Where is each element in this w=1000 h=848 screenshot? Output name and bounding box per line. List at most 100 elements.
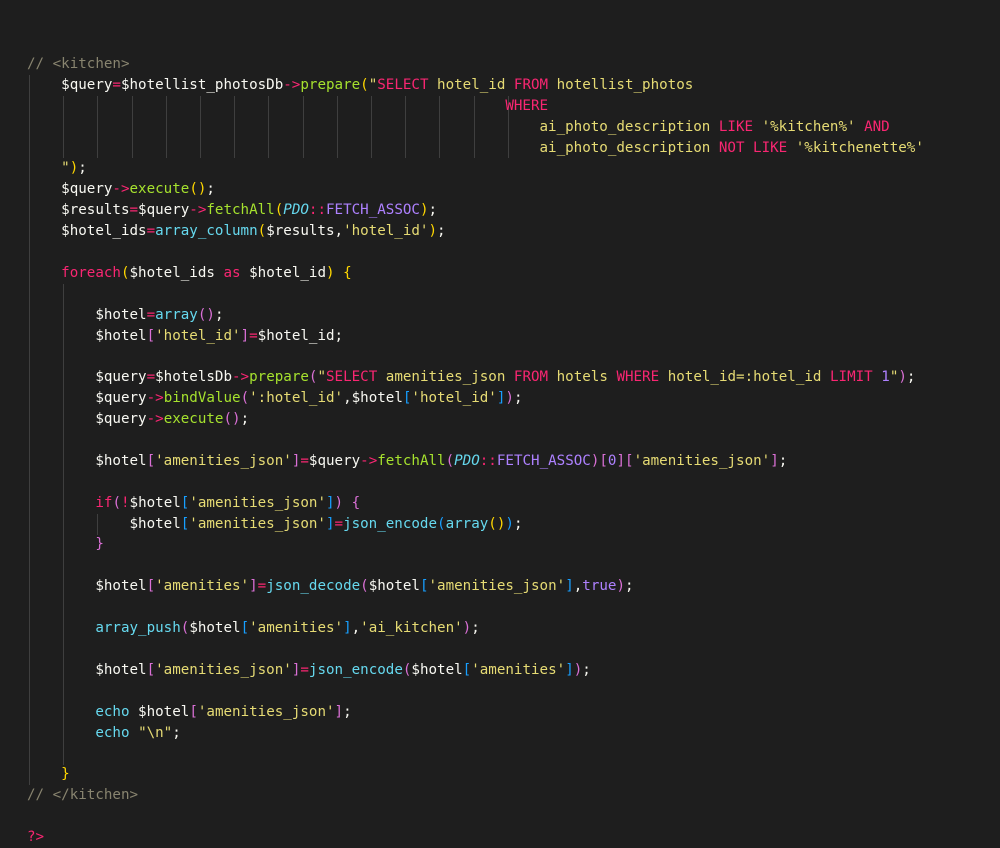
code-token: } <box>95 536 104 553</box>
code-token: $query <box>308 452 361 469</box>
code-token: ) <box>69 160 79 177</box>
code-line[interactable]: // <kitchen> <box>27 54 1000 75</box>
code-token: ( <box>112 494 121 511</box>
code-line[interactable]: $hotel['hotel_id']=$hotel_id; <box>27 326 1000 347</box>
code-line[interactable]: $query=$hotelsDb->prepare("SELECT amenit… <box>27 367 1000 388</box>
code-token: 'amenities_json' <box>189 494 326 511</box>
code-token: PDO <box>283 202 309 219</box>
code-line[interactable]: $hotel['amenities']=json_decode($hotel['… <box>27 576 1000 597</box>
code-line[interactable]: array_push($hotel['amenities'],'ai_kitch… <box>27 618 1000 639</box>
code-line[interactable] <box>27 346 1000 367</box>
code-token: echo <box>95 703 130 720</box>
code-line[interactable] <box>27 430 1000 451</box>
code-token: AND <box>864 118 890 135</box>
code-token: 'amenities_json' <box>428 578 566 595</box>
code-token: $query <box>27 76 113 93</box>
code-token: '%kitchen%' <box>753 118 865 135</box>
code-line[interactable] <box>27 555 1000 576</box>
code-token: 1 <box>881 369 890 386</box>
code-token: ; <box>778 452 788 469</box>
code-token: PDO <box>454 452 480 469</box>
code-token: array_push <box>95 620 181 637</box>
code-token: ) <box>334 494 344 511</box>
code-line[interactable]: $results=$query->fetchAll(PDO::FETCH_ASS… <box>27 200 1000 221</box>
code-line[interactable]: $query=$hotellist_photosDb->prepare("SEL… <box>27 75 1000 96</box>
code-token: ; <box>343 703 352 720</box>
code-line[interactable]: ai_photo_description NOT LIKE '%kitchene… <box>27 138 1000 159</box>
code-token: $hotel_id; <box>257 327 344 344</box>
code-token: ) <box>573 661 583 678</box>
code-line[interactable] <box>27 743 1000 764</box>
code-token: } <box>61 766 70 783</box>
code-token: ) <box>898 369 907 386</box>
code-token: hotellist_photos <box>548 76 694 93</box>
code-line[interactable]: echo "\n"; <box>27 723 1000 744</box>
code-token: ; <box>582 661 591 678</box>
code-token: ][ <box>616 452 634 469</box>
code-token: ! <box>120 494 130 511</box>
code-token: -> <box>189 202 207 219</box>
code-line[interactable] <box>27 681 1000 702</box>
code-line[interactable]: "); <box>27 158 1000 179</box>
code-token: execute <box>129 181 190 198</box>
code-token: json_encode <box>308 661 403 678</box>
code-token: SELECT <box>377 76 429 93</box>
code-token: ; <box>471 620 480 637</box>
code-line[interactable]: $hotel=array(); <box>27 305 1000 326</box>
code-line[interactable] <box>27 806 1000 827</box>
code-token: :: <box>308 202 326 219</box>
code-token: ) <box>505 390 514 407</box>
code-line[interactable]: echo $hotel['amenities_json']; <box>27 702 1000 723</box>
code-token: json_decode <box>266 578 361 595</box>
code-token: ; <box>428 202 438 219</box>
code-token: ( <box>274 202 284 219</box>
code-token: echo <box>95 724 130 741</box>
code-token: "\n" <box>138 724 173 741</box>
code-editor[interactable]: // <kitchen> $query=$hotellist_photosDb-… <box>0 0 1000 848</box>
code-token: ; <box>513 390 523 407</box>
code-token: $results, <box>266 223 344 240</box>
code-token: ; <box>78 160 87 177</box>
code-area[interactable]: // <kitchen> $query=$hotellist_photosDb-… <box>27 54 1000 848</box>
code-line[interactable] <box>27 597 1000 618</box>
code-token: fetchAll <box>377 452 446 469</box>
code-line[interactable]: $query->bindValue(':hotel_id',$hotel['ho… <box>27 388 1000 409</box>
code-line[interactable]: ai_photo_description LIKE '%kitchen%' AN… <box>27 117 1000 138</box>
code-line[interactable] <box>27 639 1000 660</box>
code-token: WHERE <box>616 369 660 386</box>
code-token: ) <box>428 223 438 240</box>
code-line[interactable]: $hotel['amenities_json']=json_encode($ho… <box>27 660 1000 681</box>
code-line[interactable]: if(!$hotel['amenities_json']) { <box>27 493 1000 514</box>
code-token: " <box>317 369 326 386</box>
code-token: ( <box>445 452 455 469</box>
code-line[interactable]: WHERE <box>27 96 1000 117</box>
code-line[interactable]: $query->execute(); <box>27 179 1000 200</box>
code-token: $hotel_ids <box>27 223 147 240</box>
code-token: -> <box>146 411 164 428</box>
code-line[interactable] <box>27 284 1000 305</box>
code-token: = <box>249 327 258 344</box>
code-line[interactable] <box>27 242 1000 263</box>
code-line[interactable] <box>27 472 1000 493</box>
code-line[interactable]: $hotel['amenities_json']=json_encode(arr… <box>27 514 1000 535</box>
code-token: ] <box>249 578 258 595</box>
code-line[interactable]: } <box>27 534 1000 555</box>
code-token: fetchAll <box>206 202 275 219</box>
code-token: $hotel <box>27 515 181 532</box>
code-line[interactable]: ?> <box>27 827 1000 848</box>
code-line[interactable]: $hotel_ids=array_column($results,'hotel_… <box>27 221 1000 242</box>
code-token: ,$hotel <box>343 390 403 407</box>
code-token: ( <box>120 264 130 281</box>
code-line[interactable]: } <box>27 764 1000 785</box>
code-token: $hotel <box>27 306 147 323</box>
code-token: ; <box>214 306 224 323</box>
code-line[interactable]: // </kitchen> <box>27 785 1000 806</box>
code-line[interactable]: foreach($hotel_ids as $hotel_id) { <box>27 263 1000 284</box>
code-token: [ <box>146 661 156 678</box>
code-line[interactable]: $hotel['amenities_json']=$query->fetchAl… <box>27 451 1000 472</box>
code-line[interactable]: $query->execute(); <box>27 409 1000 430</box>
